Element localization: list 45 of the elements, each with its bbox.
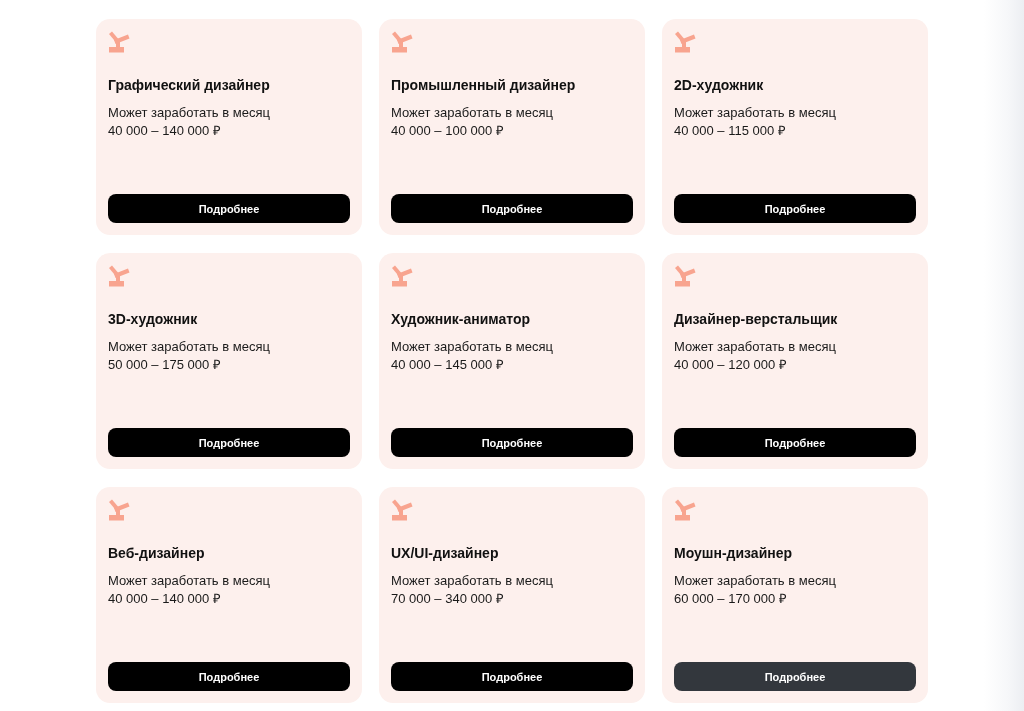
- details-button[interactable]: Подробнее: [391, 428, 633, 457]
- salary-caption: Может заработать в месяц: [391, 338, 554, 356]
- salary-range: 50 000 – 175 000 ₽: [108, 356, 222, 374]
- salary-caption: Может заработать в месяц: [674, 572, 837, 590]
- details-button[interactable]: Подробнее: [674, 662, 916, 691]
- card-title: Дизайнер-верстальщик: [674, 310, 839, 328]
- salary-range: 40 000 – 145 000 ₽: [391, 356, 505, 374]
- salary-caption: Может заработать в месяц: [108, 104, 271, 122]
- salary-range: 40 000 – 120 000 ₽: [674, 356, 788, 374]
- stamp-icon: [108, 31, 130, 53]
- salary-caption: Может заработать в месяц: [674, 338, 837, 356]
- card-title: 3D-художник: [108, 310, 199, 328]
- salary-range: 40 000 – 140 000 ₽: [108, 590, 222, 608]
- details-button[interactable]: Подробнее: [108, 194, 350, 223]
- card-title: Веб-дизайнер: [108, 544, 206, 562]
- salary-range: 40 000 – 100 000 ₽: [391, 122, 505, 140]
- salary-caption: Может заработать в месяц: [391, 572, 554, 590]
- salary-range: 70 000 – 340 000 ₽: [391, 590, 505, 608]
- salary-range: 40 000 – 140 000 ₽: [108, 122, 222, 140]
- stamp-icon: [674, 499, 696, 521]
- stamp-icon: [108, 499, 130, 521]
- card-title: Художник-аниматор: [391, 310, 532, 328]
- salary-caption: Может заработать в месяц: [391, 104, 554, 122]
- details-button[interactable]: Подробнее: [108, 662, 350, 691]
- salary-range: 40 000 – 115 000 ₽: [674, 122, 787, 140]
- salary-caption: Может заработать в месяц: [674, 104, 837, 122]
- salary-range: 60 000 – 170 000 ₽: [674, 590, 788, 608]
- stamp-icon: [391, 31, 413, 53]
- stamp-icon: [108, 265, 130, 287]
- stamp-icon: [674, 31, 696, 53]
- card-title: Промышленный дизайнер: [391, 76, 577, 94]
- card-title: UX/UI-дизайнер: [391, 544, 500, 562]
- salary-caption: Может заработать в месяц: [108, 572, 271, 590]
- details-button[interactable]: Подробнее: [674, 194, 916, 223]
- stamp-icon: [674, 265, 696, 287]
- details-button[interactable]: Подробнее: [674, 428, 916, 457]
- details-button[interactable]: Подробнее: [391, 662, 633, 691]
- salary-caption: Может заработать в месяц: [108, 338, 271, 356]
- card-title: Моушн-дизайнер: [674, 544, 794, 562]
- card-title: 2D-художник: [674, 76, 765, 94]
- card-title: Графический дизайнер: [108, 76, 271, 94]
- stamp-icon: [391, 265, 413, 287]
- details-button[interactable]: Подробнее: [108, 428, 350, 457]
- stamp-icon: [391, 499, 413, 521]
- details-button[interactable]: Подробнее: [391, 194, 633, 223]
